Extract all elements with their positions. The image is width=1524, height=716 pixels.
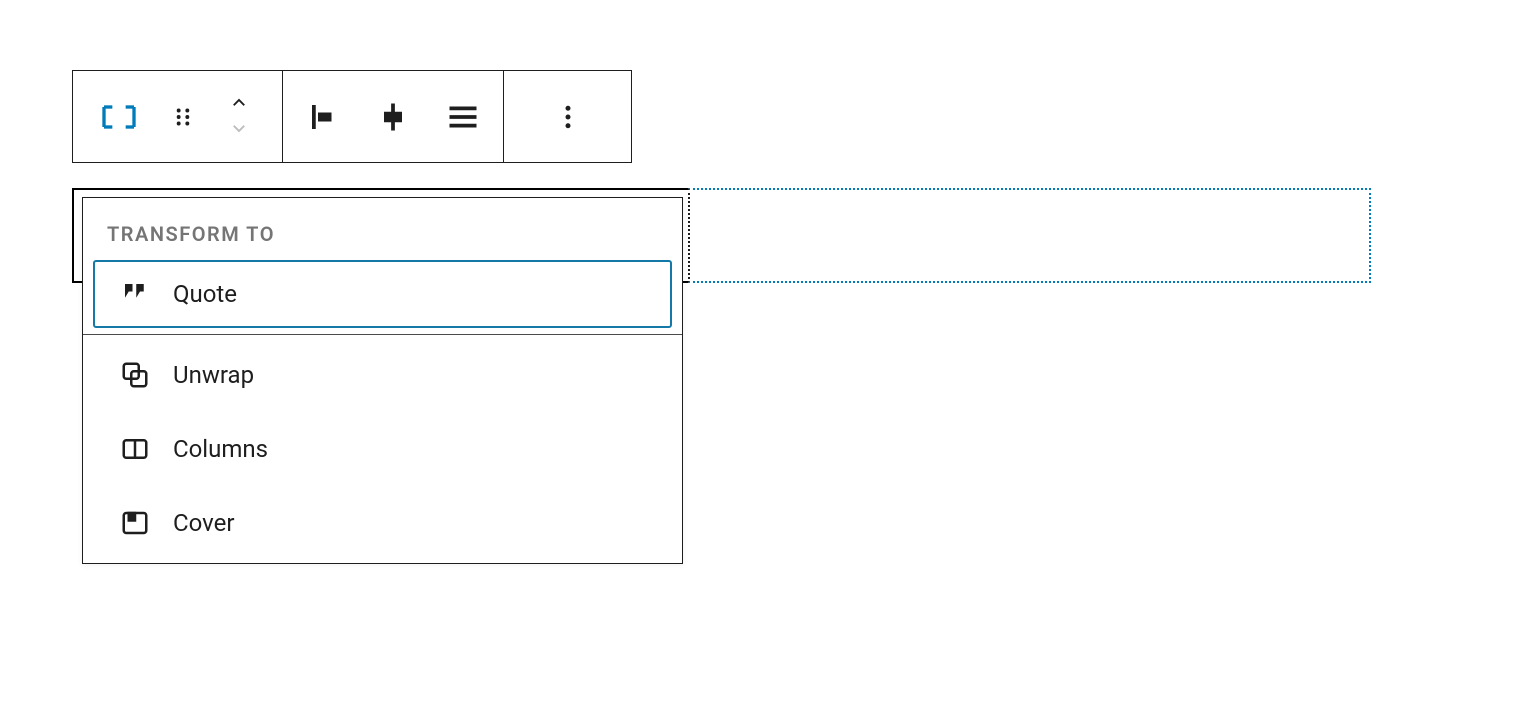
transform-heading: Transform to xyxy=(83,198,682,254)
align-justify-button[interactable] xyxy=(428,71,497,162)
move-down-button[interactable] xyxy=(223,117,255,142)
toolbar-group-more xyxy=(504,71,631,162)
transform-option-unwrap[interactable]: Unwrap xyxy=(93,341,672,409)
columns-icon xyxy=(119,433,151,465)
align-left-button[interactable] xyxy=(289,71,358,162)
menu-item-label: Unwrap xyxy=(173,361,254,389)
block-toolbar xyxy=(72,70,632,163)
justify-icon xyxy=(445,99,481,135)
drag-handle[interactable] xyxy=(155,71,211,162)
align-left-icon xyxy=(306,99,342,135)
more-options-button[interactable] xyxy=(532,71,604,162)
pullquote-block-icon xyxy=(99,97,139,137)
align-center-icon xyxy=(375,99,411,135)
transform-option-columns[interactable]: Columns xyxy=(93,415,672,483)
move-up-button[interactable] xyxy=(223,92,255,117)
mover-buttons xyxy=(211,71,267,162)
align-center-button[interactable] xyxy=(359,71,428,162)
transform-option-quote[interactable]: Quote xyxy=(93,260,672,328)
menu-item-label: Quote xyxy=(173,280,237,308)
cover-icon xyxy=(119,507,151,539)
adjacent-block-placeholder[interactable] xyxy=(688,188,1371,283)
menu-divider xyxy=(83,334,682,335)
toolbar-group-block xyxy=(73,71,283,162)
drag-handle-icon xyxy=(170,104,196,130)
menu-item-label: Columns xyxy=(173,435,268,463)
more-vertical-icon xyxy=(553,102,583,132)
chevron-down-icon xyxy=(225,125,253,140)
block-switcher-button[interactable] xyxy=(83,71,155,162)
transform-popover: Transform to Quote Unwrap Columns xyxy=(82,197,683,564)
menu-item-label: Cover xyxy=(173,509,234,537)
transform-option-cover[interactable]: Cover xyxy=(93,489,672,557)
quote-icon xyxy=(119,278,151,310)
unwrap-icon xyxy=(119,359,151,391)
chevron-up-icon xyxy=(225,100,253,115)
toolbar-group-align xyxy=(283,71,504,162)
